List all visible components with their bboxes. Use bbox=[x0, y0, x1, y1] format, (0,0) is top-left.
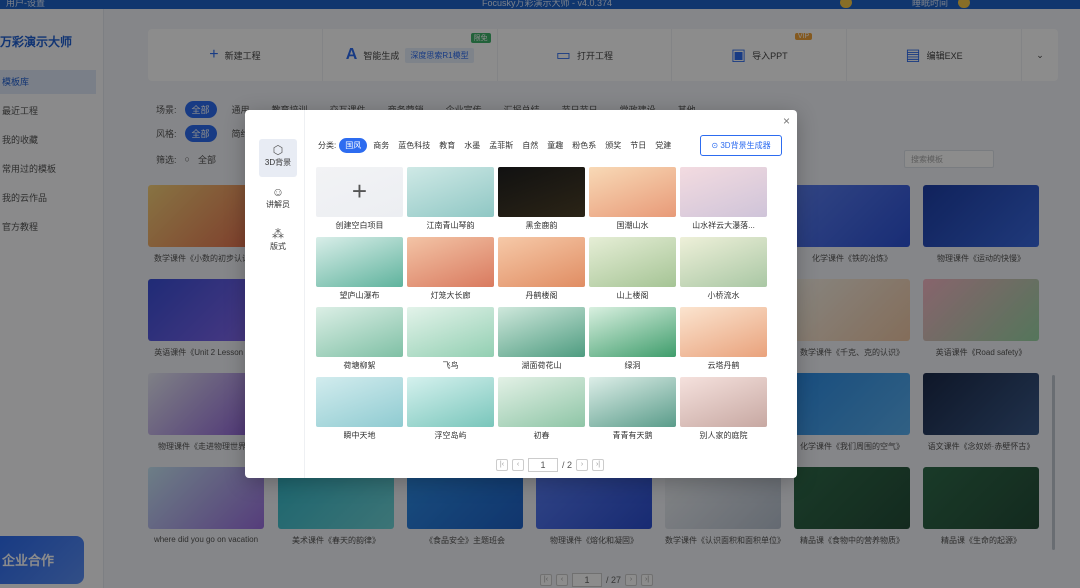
template-thumbnail bbox=[407, 237, 494, 287]
generator-icon: ⊙ bbox=[711, 141, 721, 150]
template-thumbnail bbox=[498, 307, 585, 357]
template-card[interactable]: 云塔丹鹤 bbox=[680, 307, 767, 371]
template-caption: 湖面荷花山 bbox=[521, 361, 562, 370]
page-total: / 2 bbox=[562, 460, 573, 470]
template-caption: 瞬中天地 bbox=[343, 431, 376, 440]
template-card[interactable]: 瞬中天地 bbox=[316, 377, 403, 441]
template-card[interactable]: 青青有天鹅 bbox=[589, 377, 676, 441]
template-caption: 浮空岛屿 bbox=[434, 431, 467, 440]
template-caption: 创建空白项目 bbox=[335, 221, 384, 230]
template-thumbnail bbox=[407, 167, 494, 217]
category-chip[interactable]: 水墨 bbox=[461, 138, 483, 153]
template-card[interactable]: 别人家的庭院 bbox=[680, 377, 767, 441]
template-thumbnail bbox=[589, 167, 676, 217]
template-thumbnail bbox=[498, 237, 585, 287]
template-caption: 江南青山琴韵 bbox=[426, 221, 475, 230]
plus-icon: + bbox=[351, 176, 368, 206]
tab-label: 讲解员 bbox=[266, 200, 290, 209]
template-card[interactable]: 飞鸟 bbox=[407, 307, 494, 371]
template-caption: 飞鸟 bbox=[442, 361, 459, 370]
template-thumbnail bbox=[407, 307, 494, 357]
template-card[interactable]: 江南青山琴韵 bbox=[407, 167, 494, 231]
modal-side-nav: ⬡ 3D背景 ☺ 讲解员 ⁂ 版式 bbox=[245, 110, 305, 478]
template-card[interactable]: 绿洞 bbox=[589, 307, 676, 371]
template-thumbnail bbox=[680, 167, 767, 217]
category-chip[interactable]: 蓝色科技 bbox=[395, 138, 433, 153]
template-caption: 黑金鹿韵 bbox=[525, 221, 558, 230]
create-blank-project-card[interactable]: + 创建空白项目 bbox=[316, 167, 403, 231]
template-caption: 灯笼大长廊 bbox=[430, 291, 471, 300]
page-input[interactable]: 1 bbox=[528, 458, 558, 472]
template-card[interactable]: 国潮山水 bbox=[589, 167, 676, 231]
template-caption: 青青有天鹅 bbox=[612, 431, 653, 440]
template-thumbnail bbox=[589, 237, 676, 287]
template-card[interactable]: 小桥流水 bbox=[680, 237, 767, 301]
modal-pagination: |‹ ‹ 1 / 2 › ›| bbox=[496, 458, 605, 472]
template-card[interactable]: 湖面荷花山 bbox=[498, 307, 585, 371]
template-caption: 望庐山瀑布 bbox=[339, 291, 380, 300]
layout-icon: ⁂ bbox=[272, 227, 284, 241]
prev-page-button[interactable]: ‹ bbox=[512, 459, 524, 471]
template-thumbnail bbox=[316, 377, 403, 427]
template-thumbnail bbox=[680, 307, 767, 357]
template-caption: 山上楼阁 bbox=[616, 291, 649, 300]
generator-label: 3D背景生成器 bbox=[720, 141, 771, 150]
template-thumbnail bbox=[498, 167, 585, 217]
template-card[interactable]: 黑金鹿韵 bbox=[498, 167, 585, 231]
template-caption: 别人家的庭院 bbox=[699, 431, 748, 440]
template-card[interactable]: 山水祥云大瀑落... bbox=[680, 167, 767, 231]
template-thumbnail bbox=[589, 377, 676, 427]
category-chip[interactable]: 粉色系 bbox=[569, 138, 599, 153]
template-caption: 云塔丹鹤 bbox=[707, 361, 740, 370]
tab-layout[interactable]: ⁂ 版式 bbox=[259, 223, 297, 261]
template-card[interactable]: 山上楼阁 bbox=[589, 237, 676, 301]
template-card[interactable]: 荷塘柳絮 bbox=[316, 307, 403, 371]
template-caption: 国潮山水 bbox=[616, 221, 649, 230]
template-thumbnail bbox=[680, 377, 767, 427]
next-page-button[interactable]: › bbox=[576, 459, 589, 471]
template-card[interactable]: 灯笼大长廊 bbox=[407, 237, 494, 301]
template-caption: 初春 bbox=[533, 431, 550, 440]
category-chip[interactable]: 商务 bbox=[370, 138, 392, 153]
first-page-button[interactable]: |‹ bbox=[496, 459, 508, 471]
template-card[interactable]: 望庐山瀑布 bbox=[316, 237, 403, 301]
category-chip[interactable]: 党建 bbox=[652, 138, 674, 153]
tab-label: 3D背景 bbox=[264, 158, 292, 167]
template-thumbnail bbox=[589, 307, 676, 357]
template-card[interactable]: 浮空岛屿 bbox=[407, 377, 494, 441]
category-chip-guofeng[interactable]: 国风 bbox=[339, 138, 368, 153]
template-thumbnail bbox=[316, 307, 403, 357]
3d-generator-button[interactable]: ⊙ 3D背景生成器 bbox=[700, 135, 782, 156]
template-thumbnail: + bbox=[316, 167, 403, 217]
template-thumbnail bbox=[680, 237, 767, 287]
category-chip[interactable]: 孟菲斯 bbox=[486, 138, 516, 153]
template-card[interactable]: 丹鹤楼阁 bbox=[498, 237, 585, 301]
template-caption: 山水祥云大瀑落... bbox=[692, 221, 755, 230]
category-chip[interactable]: 教育 bbox=[436, 138, 458, 153]
template-caption: 绿洞 bbox=[624, 361, 641, 370]
category-chip[interactable]: 颁奖 bbox=[602, 138, 624, 153]
presenter-icon: ☺ bbox=[271, 185, 285, 199]
template-caption: 小桥流水 bbox=[707, 291, 740, 300]
category-chip[interactable]: 童趣 bbox=[544, 138, 566, 153]
template-card[interactable]: 初春 bbox=[498, 377, 585, 441]
template-modal: × ⬡ 3D背景 ☺ 讲解员 ⁂ 版式 分类: 国风 商务 蓝色科技 教育 水墨… bbox=[245, 110, 797, 478]
category-chip[interactable]: 自然 bbox=[519, 138, 541, 153]
template-thumbnail bbox=[316, 237, 403, 287]
template-thumbnail bbox=[407, 377, 494, 427]
category-filter: 分类: 国风 商务 蓝色科技 教育 水墨 孟菲斯 自然 童趣 粉色系 颁奖 节日… bbox=[318, 138, 674, 153]
cube-icon: ⬡ bbox=[272, 143, 284, 157]
tab-presenter[interactable]: ☺ 讲解员 bbox=[259, 181, 297, 219]
tab-label: 版式 bbox=[270, 242, 286, 251]
category-chip[interactable]: 节日 bbox=[627, 138, 649, 153]
template-caption: 荷塘柳絮 bbox=[343, 361, 376, 370]
category-label: 分类: bbox=[318, 141, 337, 150]
template-caption: 丹鹤楼阁 bbox=[525, 291, 558, 300]
last-page-button[interactable]: ›| bbox=[592, 459, 605, 471]
template-thumbnail bbox=[498, 377, 585, 427]
tab-3d-background[interactable]: ⬡ 3D背景 bbox=[259, 139, 297, 177]
close-icon[interactable]: × bbox=[783, 114, 790, 128]
